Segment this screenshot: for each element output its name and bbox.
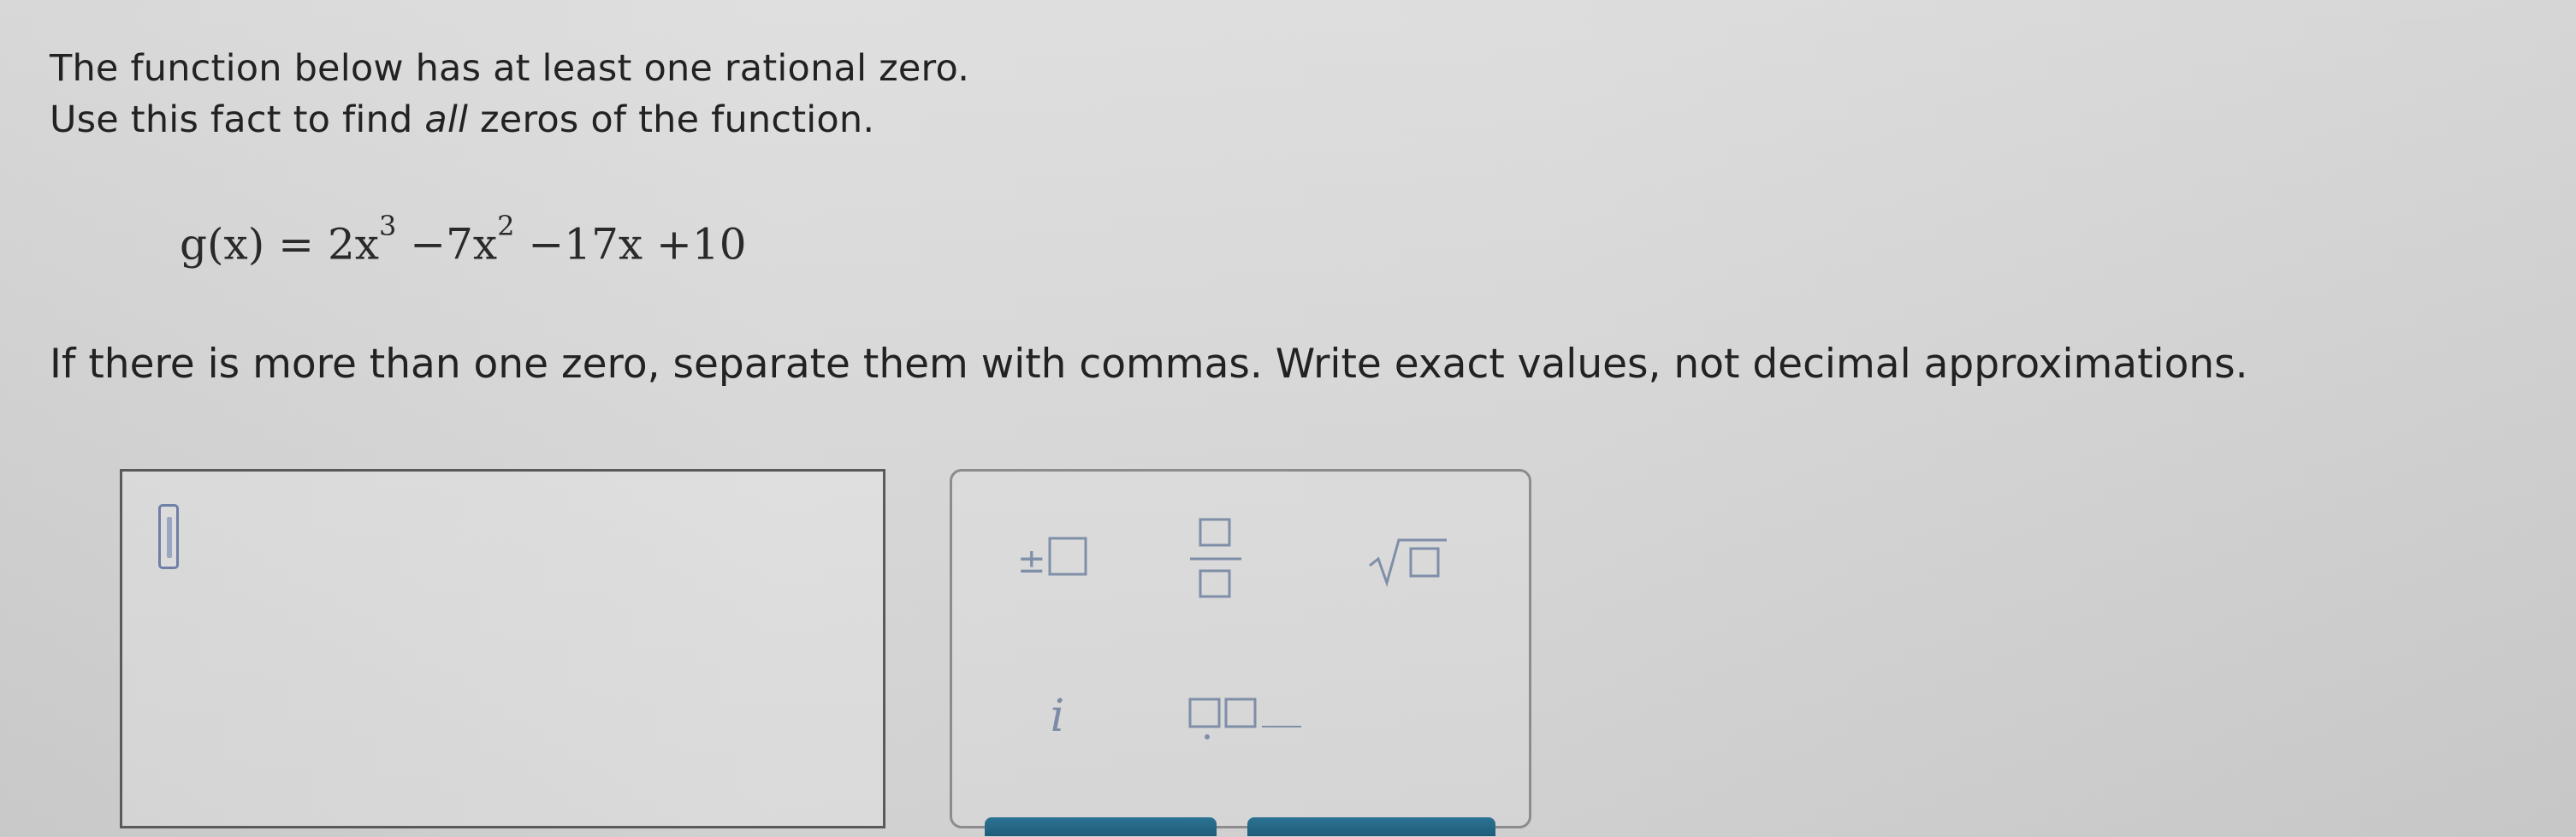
svg-text:±: ± — [1017, 542, 1046, 581]
imaginary-unit-button[interactable]: i — [1027, 682, 1087, 751]
equation-term-2-exponent: 2 — [497, 210, 515, 242]
fraction-button[interactable] — [1171, 511, 1265, 607]
answer-input-box[interactable] — [120, 469, 885, 828]
function-equation: g(x) = 2x3 −7x2 −17x +10 — [180, 210, 747, 270]
equation-term-2: −7x — [410, 219, 498, 270]
problem-line-2: Use this fact to find all zeros of the f… — [50, 94, 2531, 145]
math-toolbar: ± i — [950, 469, 1531, 828]
bottom-action-button-right[interactable] — [1247, 817, 1495, 836]
fraction-icon — [1171, 511, 1265, 607]
equation-equals: = — [278, 219, 315, 270]
problem-line-2-prefix: Use this fact to find — [50, 98, 425, 141]
equation-term-1: 2x — [327, 219, 379, 270]
equation-term-3: −17x — [528, 219, 643, 270]
blank-pair-icon — [1173, 684, 1318, 752]
problem-statement: The function below has at least one rati… — [50, 43, 2531, 145]
plus-minus-box-icon: ± — [1010, 523, 1113, 593]
problem-line-2-suffix: zeros of the function. — [468, 98, 875, 141]
bottom-action-button-left[interactable] — [985, 817, 1217, 836]
square-root-button[interactable] — [1361, 525, 1464, 595]
instruction-text: If there is more than one zero, separate… — [50, 341, 2248, 388]
equation-term-4: +10 — [656, 219, 747, 270]
square-root-icon — [1361, 525, 1464, 595]
problem-line-2-emphasis: all — [424, 98, 469, 141]
imaginary-unit-label: i — [1050, 691, 1065, 742]
equation-term-1-exponent: 3 — [378, 210, 397, 242]
plus-minus-button[interactable]: ± — [1010, 523, 1113, 593]
page-background: The function below has at least one rati… — [0, 0, 2576, 837]
answer-cursor-placeholder[interactable] — [158, 504, 179, 569]
blank-pair-button[interactable] — [1173, 684, 1318, 752]
equation-lhs: g(x) — [180, 219, 265, 270]
problem-line-1: The function below has at least one rati… — [50, 47, 970, 90]
